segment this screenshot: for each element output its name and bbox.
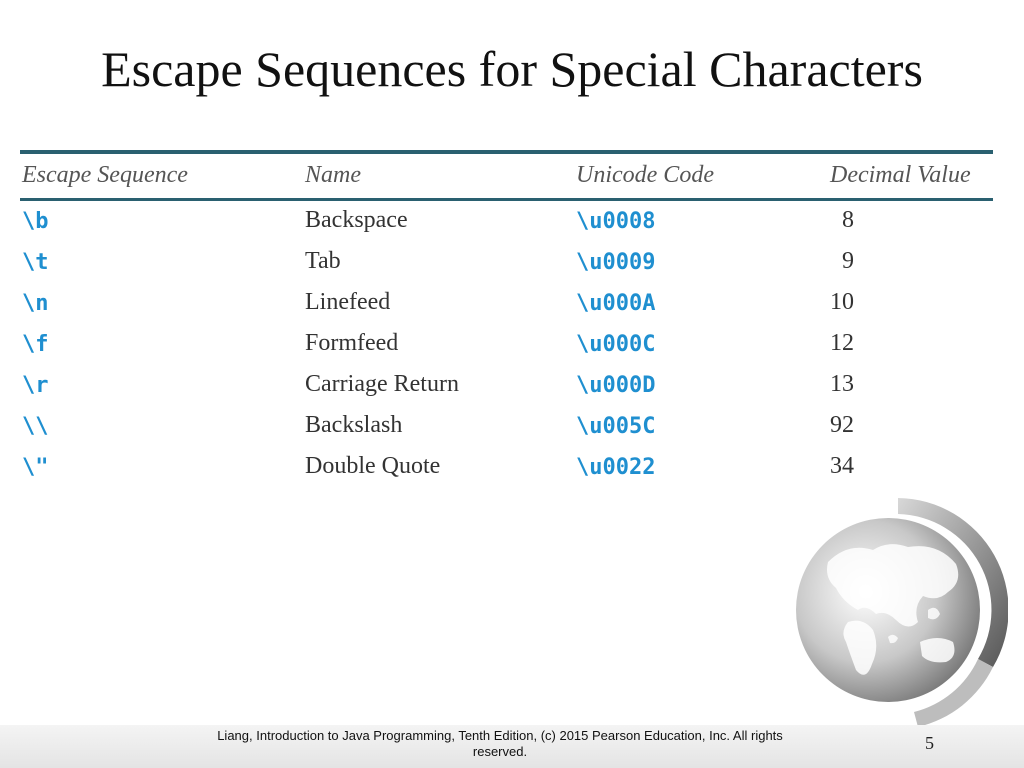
escape-sequence-cell: \t (22, 250, 49, 275)
decimal-value-cell: 13 (830, 371, 854, 397)
escape-sequence-cell: \" (22, 455, 49, 480)
escape-sequence-cell: \b (22, 209, 49, 234)
escape-sequence-cell: \n (22, 291, 49, 316)
table-row: \\ Backslash \u005C 92 (20, 406, 993, 447)
table-row: \" Double Quote \u0022 34 (20, 447, 993, 488)
unicode-code-cell: \u0008 (576, 209, 656, 234)
unicode-code-cell: \u005C (576, 414, 656, 439)
name-cell: Double Quote (305, 453, 441, 479)
escape-sequence-cell: \\ (22, 414, 49, 439)
name-cell: Linefeed (305, 289, 391, 315)
escape-sequence-cell: \r (22, 373, 49, 398)
name-cell: Backslash (305, 412, 403, 438)
escape-sequence-cell: \f (22, 332, 49, 357)
escape-sequence-table: Escape Sequence Name Unicode Code Decima… (20, 150, 993, 488)
decimal-value-cell: 9 (842, 248, 854, 274)
unicode-code-cell: \u0009 (576, 250, 656, 275)
unicode-code-cell: \u000A (576, 291, 656, 316)
table-row: \f Formfeed \u000C 12 (20, 324, 993, 365)
table-header: Escape Sequence Name Unicode Code Decima… (20, 154, 993, 198)
name-cell: Formfeed (305, 330, 399, 356)
unicode-code-cell: \u000C (576, 332, 656, 357)
page-number: 5 (925, 733, 934, 753)
table-row: \n Linefeed \u000A 10 (20, 283, 993, 324)
copyright-footer: Liang, Introduction to Java Programming,… (217, 728, 783, 759)
decimal-value-cell: 34 (830, 453, 854, 479)
header-decimal-value: Decimal Value (830, 162, 971, 188)
table-row: \t Tab \u0009 9 (20, 242, 993, 283)
header-escape-sequence: Escape Sequence (22, 162, 188, 188)
header-unicode-code: Unicode Code (576, 162, 714, 188)
name-cell: Tab (305, 248, 341, 274)
table-row: \r Carriage Return \u000D 13 (20, 365, 993, 406)
decimal-value-cell: 8 (842, 207, 854, 233)
unicode-code-cell: \u0022 (576, 455, 656, 480)
decimal-value-cell: 12 (830, 330, 854, 356)
unicode-code-cell: \u000D (576, 373, 656, 398)
header-name: Name (305, 162, 361, 188)
table-row: \b Backspace \u0008 8 (20, 201, 993, 242)
decimal-value-cell: 92 (830, 412, 854, 438)
slide-title: Escape Sequences for Special Characters (101, 41, 923, 97)
decimal-value-cell: 10 (830, 289, 854, 315)
globe-icon (796, 498, 1008, 727)
name-cell: Carriage Return (305, 371, 459, 397)
name-cell: Backspace (305, 207, 408, 233)
